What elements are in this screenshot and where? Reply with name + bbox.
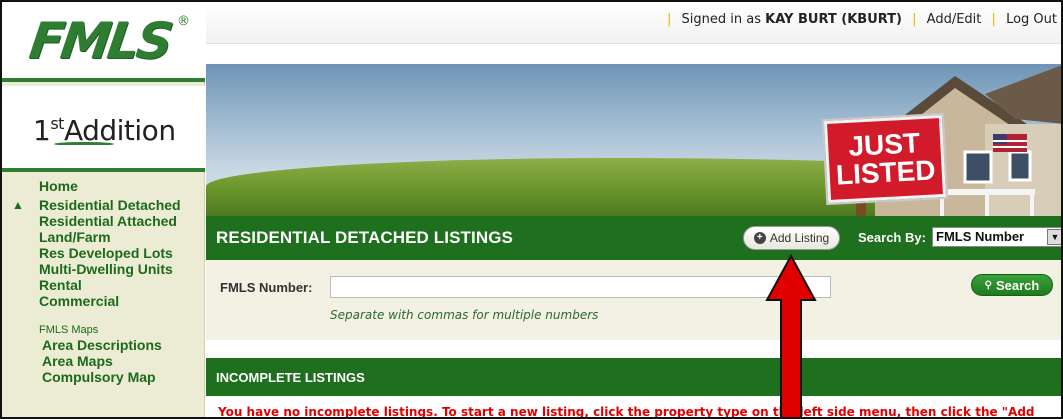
product-logo-sup: st: [50, 114, 64, 133]
incomplete-listings-header: INCOMPLETE LISTINGS: [206, 358, 1061, 396]
search-by-label: Search By:: [858, 230, 926, 245]
chevron-down-icon[interactable]: ▼: [1047, 229, 1061, 245]
plus-circle-icon: +: [753, 232, 766, 244]
page-title: RESIDENTIAL DETACHED LISTINGS: [216, 228, 513, 247]
sidebar-item-residential-attached[interactable]: Residential Attached: [2, 213, 205, 229]
search-by-value: FMLS Number: [936, 229, 1025, 244]
home-icon: ▲: [12, 198, 24, 212]
listings-header: RESIDENTIAL DETACHED LISTINGS + Add List…: [206, 216, 1061, 260]
top-bar: | Signed in as KAY BURT (KBURT) | Add/Ed…: [206, 2, 1061, 44]
signed-in-label: Signed in as: [681, 12, 762, 27]
product-logo-prefix: 1: [33, 114, 51, 147]
divider: |: [667, 12, 672, 27]
divider: |: [912, 12, 917, 27]
user-bar: | Signed in as KAY BURT (KBURT) | Add/Ed…: [661, 12, 1057, 27]
sidebar: FMLS ® 1stAddition Home ▲ Residential De…: [2, 2, 205, 417]
banner-image: JUST LISTED: [206, 64, 1061, 216]
fmls-number-hint: Separate with commas for multiple number…: [330, 308, 599, 322]
sidebar-item-commercial[interactable]: Commercial: [2, 293, 205, 309]
search-button-label: Search: [995, 277, 1040, 293]
signed-in-user: KAY BURT (KBURT): [765, 12, 902, 27]
sidebar-item-compulsory-map[interactable]: Compulsory Map: [2, 369, 205, 385]
divider: |: [991, 12, 996, 27]
fmls-number-input[interactable]: [330, 276, 831, 298]
sidebar-nav: Home ▲ Residential Detached Residential …: [2, 178, 205, 385]
logo-area: FMLS ®: [2, 2, 205, 82]
sidebar-item-rental[interactable]: Rental: [2, 277, 205, 293]
search-panel: FMLS Number: Separate with commas for mu…: [206, 260, 1061, 340]
fmls-number-label: FMLS Number:: [220, 280, 313, 295]
maps-section-title: FMLS Maps: [39, 324, 99, 336]
product-logo-area: 1stAddition: [2, 86, 205, 172]
search-icon: ⚲: [984, 279, 992, 291]
add-edit-link[interactable]: Add/Edit: [927, 12, 982, 27]
sign-line-2: LISTED: [835, 154, 937, 191]
red-arrow-annotation: [765, 254, 817, 417]
sidebar-item-area-maps[interactable]: Area Maps: [2, 353, 205, 369]
incomplete-listings-message: You have no incomplete listings. To star…: [218, 405, 1035, 419]
sidebar-item-area-descriptions[interactable]: Area Descriptions: [2, 337, 205, 353]
sidebar-item-residential-detached[interactable]: ▲ Residential Detached: [2, 197, 205, 213]
sidebar-item-label: Residential Detached: [39, 197, 181, 213]
application-window: FMLS ® 1stAddition Home ▲ Residential De…: [0, 0, 1063, 419]
search-by-select[interactable]: FMLS Number ▼: [932, 227, 1061, 247]
incomplete-listings-title: INCOMPLETE LISTINGS: [216, 370, 365, 385]
fmls-logo[interactable]: FMLS: [26, 12, 174, 70]
logout-link[interactable]: Log Out: [1006, 12, 1057, 27]
registered-mark: ®: [177, 14, 190, 29]
swoosh-decoration: [54, 142, 114, 146]
sidebar-item-land-farm[interactable]: Land/Farm: [2, 229, 205, 245]
add-listing-button[interactable]: + Add Listing: [743, 226, 840, 250]
sidebar-item-multi-dwelling-units[interactable]: Multi-Dwelling Units: [2, 261, 205, 277]
just-listed-sign: JUST LISTED: [823, 114, 947, 204]
sidebar-item-home[interactable]: Home: [2, 178, 205, 194]
search-button[interactable]: ⚲ Search: [971, 274, 1053, 296]
add-listing-label: Add Listing: [769, 231, 830, 245]
sidebar-item-res-developed-lots[interactable]: Res Developed Lots: [2, 245, 205, 261]
